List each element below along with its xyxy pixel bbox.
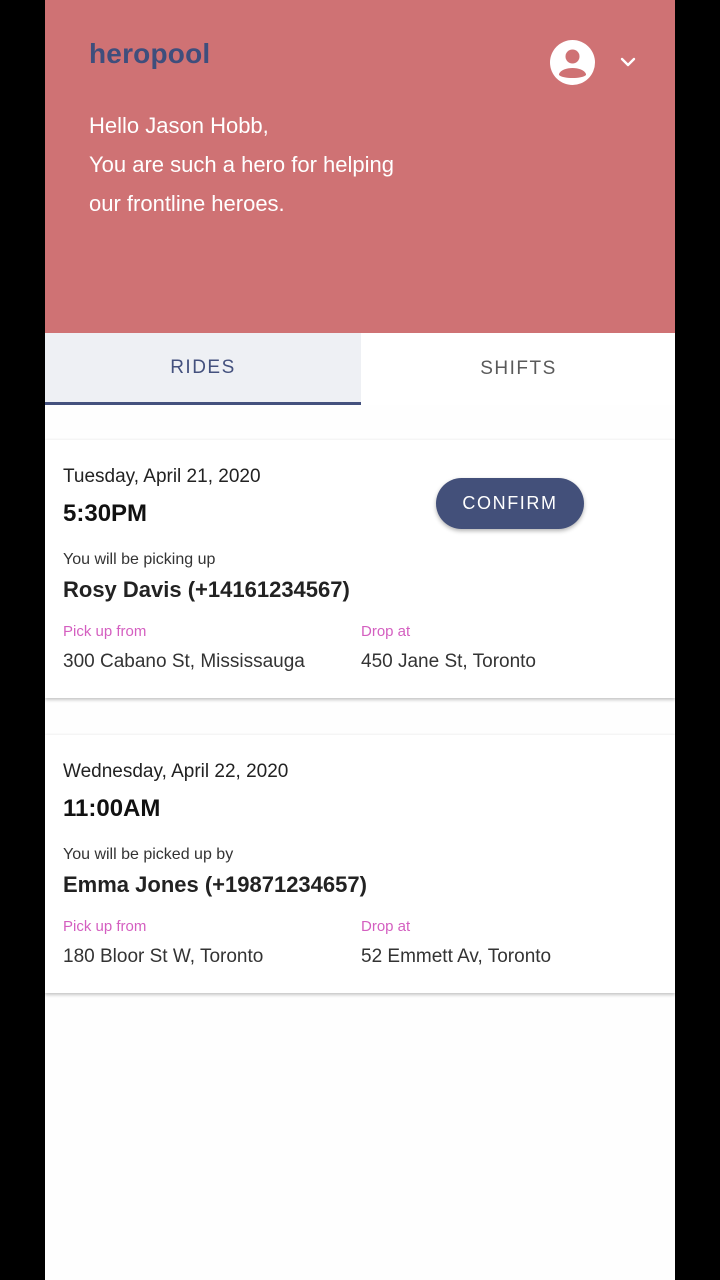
- dropoff-label: Drop at: [361, 918, 411, 935]
- ride-time: 11:00AM: [63, 795, 161, 822]
- app-screen: heropool Hello Jason Hobb, You are such …: [45, 0, 675, 1280]
- ride-role: You will be picked up by: [63, 846, 234, 863]
- header: heropool Hello Jason Hobb, You are such …: [45, 0, 675, 333]
- pickup-label: Pick up from: [63, 623, 147, 640]
- ride-card[interactable]: Wednesday, April 22, 2020 11:00AM You wi…: [45, 735, 675, 993]
- ride-card[interactable]: Tuesday, April 21, 2020 5:30PM CONFIRM Y…: [45, 440, 675, 698]
- greeting-line: our frontline heroes.: [89, 191, 285, 216]
- greeting-line: Hello Jason Hobb,: [89, 113, 269, 138]
- dropoff-label: Drop at: [361, 623, 411, 640]
- brand-logo: heropool: [89, 38, 211, 69]
- chevron-down-icon[interactable]: [618, 52, 638, 72]
- greeting-line: You are such a hero for helping: [89, 152, 394, 177]
- pickup-address: 180 Bloor St W, Toronto: [63, 946, 264, 967]
- ride-date: Wednesday, April 22, 2020: [63, 761, 289, 782]
- tab-bar: RIDES SHIFTS: [45, 333, 675, 405]
- tab-shifts[interactable]: SHIFTS: [361, 333, 675, 405]
- ride-person: Rosy Davis (+14161234567): [63, 577, 350, 602]
- ride-person: Emma Jones (+19871234657): [63, 872, 367, 897]
- dropoff-address: 52 Emmett Av, Toronto: [361, 946, 552, 967]
- confirm-button[interactable]: CONFIRM: [436, 478, 584, 529]
- account-circle-icon[interactable]: [550, 40, 595, 85]
- pickup-address: 300 Cabano St, Mississauga: [63, 651, 305, 672]
- ride-time: 5:30PM: [63, 500, 148, 527]
- dropoff-address: 450 Jane St, Toronto: [361, 651, 536, 672]
- tab-rides[interactable]: RIDES: [45, 333, 361, 405]
- ride-role: You will be picking up: [63, 551, 216, 568]
- greeting-message: Hello Jason Hobb, You are such a hero fo…: [89, 106, 509, 223]
- ride-date: Tuesday, April 21, 2020: [63, 466, 261, 487]
- pickup-label: Pick up from: [63, 918, 147, 935]
